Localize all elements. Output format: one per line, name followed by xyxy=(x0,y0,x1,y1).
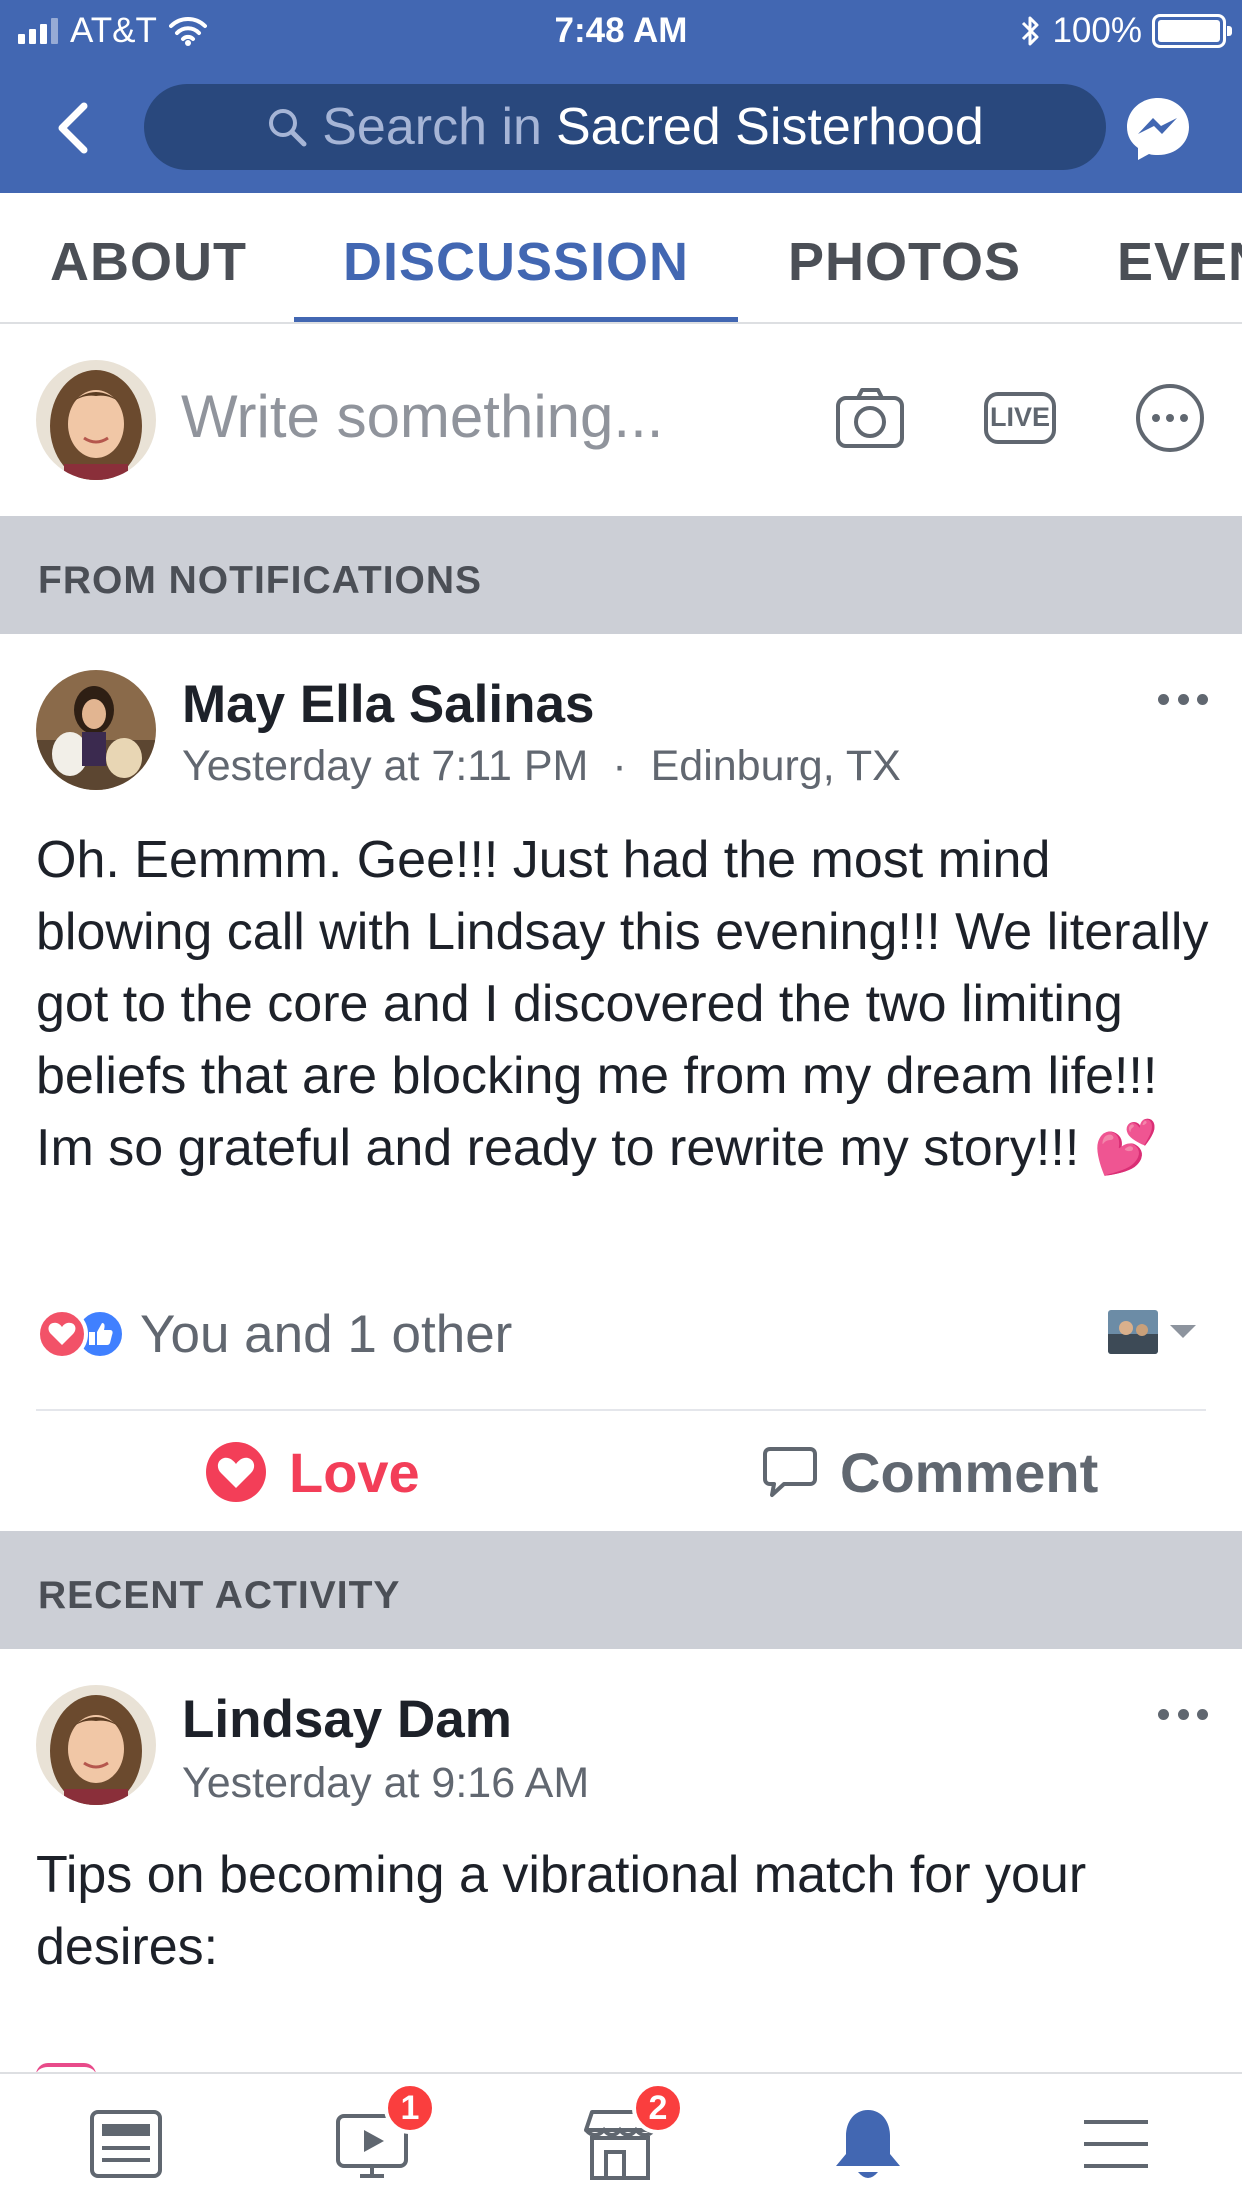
news-feed-icon[interactable] xyxy=(84,2102,168,2186)
status-right: 100% xyxy=(1020,11,1232,51)
post-more-icon[interactable] xyxy=(1158,1709,1208,1723)
search-group-name: Sacred Sisterhood xyxy=(555,98,984,156)
live-label: LIVE xyxy=(989,402,1050,432)
marketplace-tab[interactable]: 2 xyxy=(578,2082,684,2186)
section-from-notifications: FROM NOTIFICATIONS xyxy=(0,516,1242,634)
write-something-input[interactable]: Write something... xyxy=(181,382,663,451)
post-text: Tips on becoming a vibrational match for… xyxy=(36,1846,1087,1976)
app-header: AT&T 7:48 AM 100% Search in Sacred Siste… xyxy=(0,0,1242,193)
live-video-icon[interactable]: LIVE xyxy=(984,382,1056,454)
reactions-text[interactable]: You and 1 other xyxy=(140,1304,512,1365)
marketplace-badge: 2 xyxy=(632,2082,684,2134)
post-author[interactable]: Lindsay Dam xyxy=(182,1689,512,1750)
meta-separator: · xyxy=(612,742,627,790)
watch-badge: 1 xyxy=(384,2082,436,2134)
reactions-summary[interactable]: You and 1 other xyxy=(36,1304,512,1364)
menu-icon[interactable] xyxy=(1074,2102,1158,2186)
comment-icon xyxy=(763,1447,817,1497)
tab-events[interactable]: EVEN xyxy=(1117,231,1242,293)
notifications-bell-icon[interactable] xyxy=(826,2102,910,2186)
post-author[interactable]: May Ella Salinas xyxy=(182,674,594,735)
comment-label: Comment xyxy=(840,1440,1099,1504)
love-reaction-icon xyxy=(36,1308,88,1360)
section-title: FROM NOTIFICATIONS xyxy=(38,559,483,602)
love-button[interactable]: Love xyxy=(205,1440,420,1504)
bottom-navigation: 1 2 xyxy=(0,2072,1242,2208)
post-composer: Write something... LIVE xyxy=(0,324,1242,516)
bluetooth-icon xyxy=(1022,16,1039,46)
seen-by-avatar[interactable] xyxy=(1108,1310,1158,1354)
heart-icon xyxy=(206,1442,266,1502)
section-recent-activity: RECENT ACTIVITY xyxy=(0,1531,1242,1649)
tab-about[interactable]: ABOUT xyxy=(50,231,247,293)
chevron-down-icon[interactable] xyxy=(1170,1325,1196,1338)
tab-discussion[interactable]: DISCUSSION xyxy=(343,231,689,293)
comment-button[interactable]: Comment xyxy=(762,1440,1098,1504)
partial-emoji xyxy=(36,2063,96,2072)
back-arrow-icon[interactable] xyxy=(52,100,92,156)
post-meta: Yesterday at 7:11 PM · Edinburg, TX xyxy=(182,742,901,791)
user-avatar[interactable] xyxy=(36,360,156,480)
post-more-icon[interactable] xyxy=(1158,694,1208,708)
post-body: Oh. Eemmm. Gee!!! Just had the most mind… xyxy=(36,831,1209,1177)
status-bar: AT&T 7:48 AM 100% xyxy=(0,0,1242,62)
watch-tab[interactable]: 1 xyxy=(330,2082,436,2186)
two-hearts-emoji: 💕 xyxy=(1093,1119,1159,1177)
more-options-icon[interactable] xyxy=(1134,382,1206,454)
camera-icon[interactable] xyxy=(834,382,906,454)
author-avatar[interactable] xyxy=(36,670,156,790)
post-card: Lindsay Dam Yesterday at 9:16 AM Tips on… xyxy=(0,1649,1242,2072)
search-bar[interactable]: Search in Sacred Sisterhood xyxy=(144,84,1106,170)
tab-photos[interactable]: PHOTOS xyxy=(788,231,1021,293)
love-label: Love xyxy=(289,1440,420,1504)
active-tab-indicator xyxy=(294,317,738,322)
post-location[interactable]: Edinburg, TX xyxy=(651,742,901,790)
post-text: Oh. Eemmm. Gee!!! Just had the most mind… xyxy=(36,824,1212,1184)
search-placeholder: Search in xyxy=(322,98,542,156)
messenger-icon[interactable] xyxy=(1121,92,1195,166)
battery-percent: 100% xyxy=(1052,11,1142,50)
search-icon xyxy=(269,109,307,147)
author-avatar[interactable] xyxy=(36,1685,156,1805)
post-card: May Ella Salinas Yesterday at 7:11 PM · … xyxy=(0,634,1242,1528)
section-title: RECENT ACTIVITY xyxy=(38,1574,401,1617)
post-timestamp[interactable]: Yesterday at 9:16 AM xyxy=(182,1759,589,1808)
group-tabs: ABOUT DISCUSSION PHOTOS EVEN xyxy=(0,193,1242,324)
battery-icon xyxy=(1152,14,1232,48)
post-timestamp[interactable]: Yesterday at 7:11 PM xyxy=(182,742,588,790)
post-divider xyxy=(36,1409,1206,1411)
